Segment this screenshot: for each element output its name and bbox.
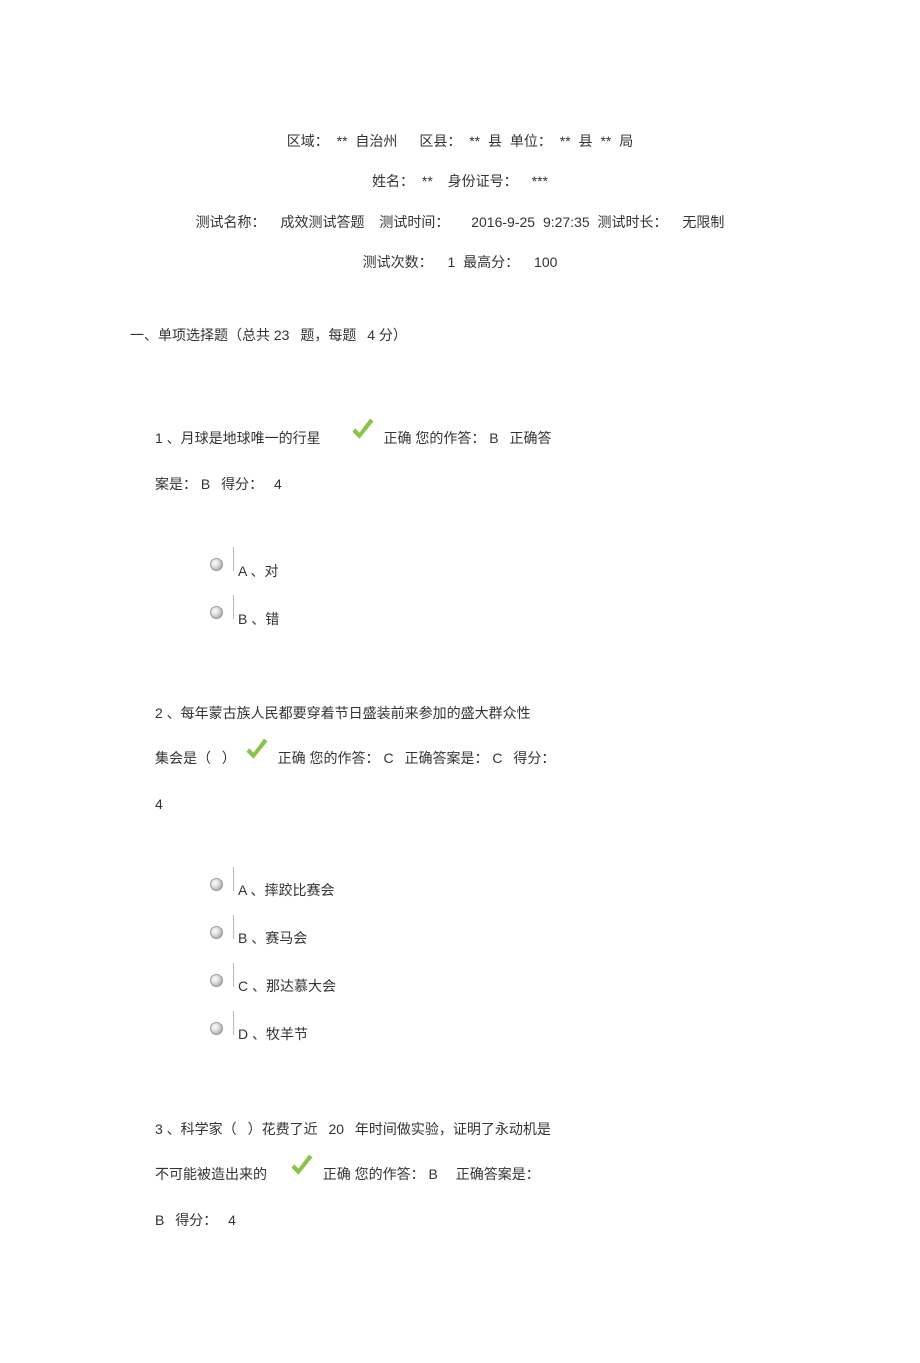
- q2-line2-pre: 集会是（ ）: [155, 750, 236, 766]
- option-divider: [233, 547, 234, 571]
- q2-line2-after: 正确 您的作答： C 正确答案是： C 得分：: [278, 750, 556, 766]
- q2-option-a-label: A 、摔跤比赛会: [238, 879, 334, 902]
- q3-line1: 3 、科学家（ ）花费了近 20 年时间做实验，证明了永动机是: [155, 1121, 551, 1137]
- radio-icon: [210, 606, 223, 619]
- q1-option-a[interactable]: A 、对: [210, 547, 780, 583]
- section-title: 一、单项选择题（总共 23 题，每题 4 分）: [130, 324, 780, 346]
- check-icon: [348, 416, 378, 462]
- q1-text-after: 正确 您的作答： B 正确答: [383, 430, 551, 446]
- q2-option-d[interactable]: D 、牧羊节: [210, 1011, 780, 1047]
- header-name-line: 姓名： ** 身份证号： ***: [140, 170, 780, 192]
- option-divider: [233, 1011, 234, 1035]
- option-divider: [233, 963, 234, 987]
- q1-options: A 、对 B 、错: [210, 547, 780, 631]
- radio-icon: [210, 558, 223, 571]
- radio-icon: [210, 974, 223, 987]
- q2-option-c-label: C 、那达慕大会: [238, 975, 336, 998]
- question-3: 3 、科学家（ ）花费了近 20 年时间做实验，证明了永动机是 不可能被造出来的…: [155, 1107, 780, 1243]
- option-divider: [233, 915, 234, 939]
- option-divider: [233, 867, 234, 891]
- radio-icon: [210, 926, 223, 939]
- question-2: 2 、每年蒙古族人民都要穿着节日盛装前来参加的盛大群众性 集会是（ ） 正确 您…: [155, 691, 780, 1047]
- q1-option-b-label: B 、错: [238, 608, 279, 631]
- q2-option-b[interactable]: B 、赛马会: [210, 915, 780, 951]
- q1-text-pre: 1 、月球是地球唯一的行星: [155, 430, 342, 446]
- q3-line3: B 得分： 4: [155, 1212, 236, 1228]
- check-icon: [287, 1152, 317, 1198]
- q1-option-a-label: A 、对: [238, 560, 278, 583]
- q2-line3: 4: [155, 796, 163, 812]
- q2-option-a[interactable]: A 、摔跤比赛会: [210, 867, 780, 903]
- radio-icon: [210, 878, 223, 891]
- question-1: 1 、月球是地球唯一的行星 正确 您的作答： B 正确答 案是： B 得分： 4…: [155, 416, 780, 631]
- q2-option-b-label: B 、赛马会: [238, 927, 307, 950]
- radio-icon: [210, 1022, 223, 1035]
- q2-option-c[interactable]: C 、那达慕大会: [210, 963, 780, 999]
- q2-line1: 2 、每年蒙古族人民都要穿着节日盛装前来参加的盛大群众性: [155, 705, 531, 721]
- q2-options: A 、摔跤比赛会 B 、赛马会 C 、那达慕大会 D 、牧羊节: [210, 867, 780, 1047]
- header-region-line: 区域： ** 自治州 区县： ** 县 单位： ** 县 ** 局: [140, 130, 780, 152]
- header-test-count-line: 测试次数： 1 最高分： 100: [140, 251, 780, 273]
- header-test-name-line: 测试名称： 成效测试答题 测试时间： 2016-9-25 9:27:35 测试时…: [140, 211, 780, 233]
- check-icon: [242, 736, 272, 782]
- q1-option-b[interactable]: B 、错: [210, 595, 780, 631]
- q3-line2-after: 正确 您的作答： B 正确答案是：: [323, 1166, 540, 1182]
- q2-option-d-label: D 、牧羊节: [238, 1023, 308, 1046]
- q1-text-line2: 案是： B 得分： 4: [155, 476, 282, 492]
- q3-line2-pre: 不可能被造出来的: [155, 1166, 281, 1182]
- option-divider: [233, 595, 234, 619]
